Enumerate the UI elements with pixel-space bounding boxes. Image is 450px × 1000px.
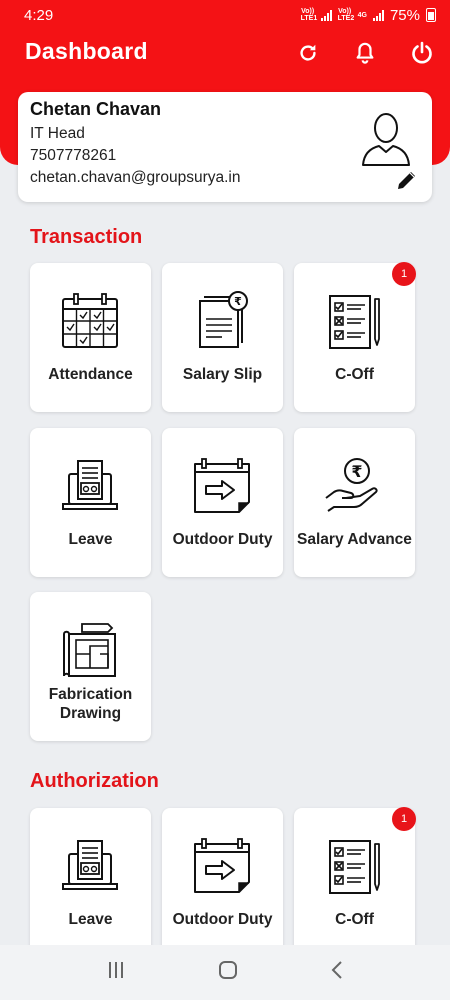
status-time: 4:29 xyxy=(24,6,54,24)
tile-leave[interactable]: Leave xyxy=(30,428,151,577)
calendar-icon xyxy=(62,293,118,348)
notification-badge: 1 xyxy=(392,262,416,286)
profile-card[interactable]: Chetan Chavan IT Head 7507778261 chetan.… xyxy=(18,92,432,202)
power-icon[interactable] xyxy=(407,38,437,68)
tile-auth-c-off[interactable]: C-Off 1 xyxy=(294,807,416,957)
tile-label: Salary Advance xyxy=(297,531,412,548)
tile-label: Leave xyxy=(68,531,113,548)
tile-salary-slip[interactable]: ₹ Salary Slip xyxy=(162,263,283,412)
refresh-icon[interactable] xyxy=(293,38,323,68)
edit-profile-icon[interactable] xyxy=(395,168,419,197)
back-icon[interactable] xyxy=(330,960,344,985)
section-title-authorization: Authorization xyxy=(30,770,159,792)
svg-text:₹: ₹ xyxy=(351,462,362,481)
tile-attendance[interactable]: Attendance xyxy=(30,263,151,412)
rupee-hand-icon: ₹ xyxy=(325,458,378,512)
recent-apps-icon[interactable] xyxy=(106,961,126,984)
tile-label: C-Off xyxy=(335,366,374,383)
tile-outdoor-duty[interactable]: Outdoor Duty xyxy=(162,428,283,577)
calendar-arrow-icon xyxy=(194,458,250,513)
status-bar: 4:29 Vo)) LTE1 Vo)) LTE2 4G 75% xyxy=(0,0,450,30)
tile-salary-advance[interactable]: ₹ Salary Advance xyxy=(294,428,415,577)
tile-label: C-Off xyxy=(335,911,374,928)
avatar-icon xyxy=(360,110,412,171)
signal-icon xyxy=(372,9,384,21)
home-icon[interactable] xyxy=(218,960,238,985)
signal-icon xyxy=(320,9,332,21)
tile-c-off[interactable]: C-Off 1 xyxy=(294,262,416,412)
checklist-icon xyxy=(329,840,380,894)
bell-icon[interactable] xyxy=(350,38,380,68)
tile-label: Salary Slip xyxy=(182,366,263,383)
tile-label: Outdoor Duty xyxy=(172,911,273,928)
battery-percent: 75% xyxy=(389,6,420,24)
tile-label: Attendance xyxy=(48,366,133,383)
salary-slip-icon: ₹ xyxy=(199,291,248,348)
profile-email: chetan.chavan@groupsurya.in xyxy=(30,169,241,186)
checklist-icon xyxy=(329,295,380,349)
laptop-document-icon xyxy=(62,840,118,890)
battery-icon xyxy=(426,8,436,22)
notification-badge: 1 xyxy=(392,807,416,831)
status-icons: Vo)) LTE1 Vo)) LTE2 4G 75% xyxy=(301,7,436,24)
tile-auth-outdoor-duty[interactable]: Outdoor Duty xyxy=(162,808,283,957)
tile-label: Fabrication Drawing xyxy=(48,686,133,722)
svg-text:₹: ₹ xyxy=(234,295,242,308)
section-title-transaction: Transaction xyxy=(30,226,143,248)
network-indicator: 4G xyxy=(357,11,367,19)
tile-auth-leave[interactable]: Leave xyxy=(30,808,151,957)
page-title: Dashboard xyxy=(25,38,148,64)
tile-fabrication-drawing[interactable]: Fabrication Drawing xyxy=(30,592,151,741)
sim2-indicator: Vo)) LTE2 xyxy=(337,8,355,22)
laptop-document-icon xyxy=(62,460,118,510)
tile-label: Outdoor Duty xyxy=(172,531,273,548)
sim1-indicator: Vo)) LTE1 xyxy=(300,8,318,22)
system-nav-bar xyxy=(0,945,450,1000)
blueprint-icon xyxy=(63,623,116,677)
tile-label: Leave xyxy=(68,911,113,928)
calendar-arrow-icon xyxy=(194,838,250,893)
